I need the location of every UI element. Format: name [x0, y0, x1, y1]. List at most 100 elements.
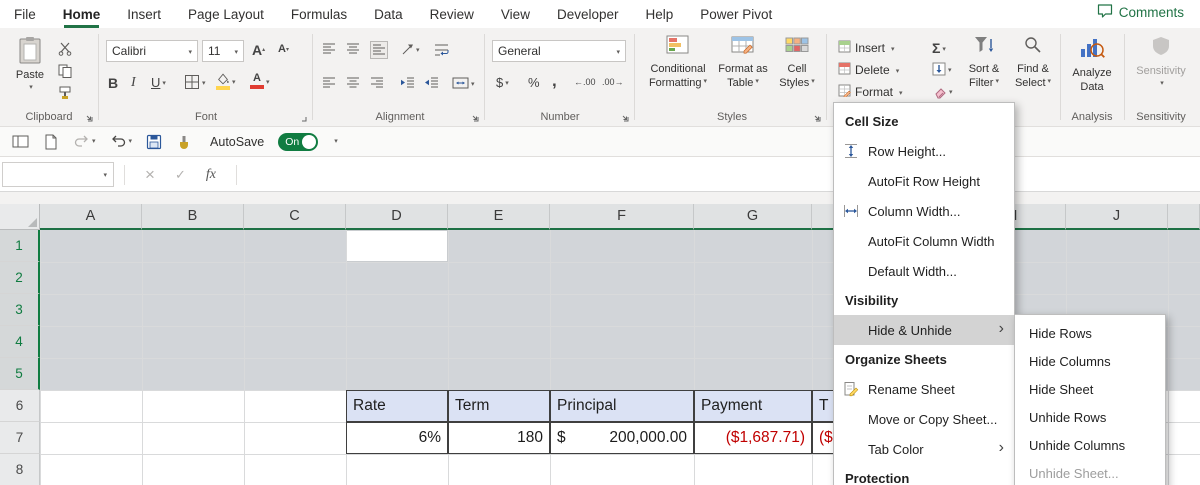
menu-item-rename-sheet[interactable]: Rename Sheet — [834, 374, 1014, 404]
enter-icon[interactable] — [175, 166, 186, 184]
cell-G7[interactable]: ($1,687.71) — [694, 422, 812, 454]
increase-indent-button[interactable] — [424, 76, 439, 90]
menu-item-hide-unhide[interactable]: Hide & Unhide — [834, 315, 1014, 345]
submenu-item-hide-sheet[interactable]: Hide Sheet — [1015, 375, 1165, 403]
bottom-align-button[interactable] — [370, 41, 388, 59]
format-painter-button[interactable] — [58, 86, 72, 100]
submenu-item-unhide-rows[interactable]: Unhide Rows — [1015, 403, 1165, 431]
row-header-4[interactable]: 4 — [0, 326, 40, 358]
copy-button[interactable] — [58, 64, 72, 78]
borders-button[interactable] — [184, 74, 206, 90]
submenu-item-hide-rows[interactable]: Hide Rows — [1015, 319, 1165, 347]
name-box[interactable] — [2, 162, 114, 187]
menu-item-default-width[interactable]: Default Width... — [834, 256, 1014, 286]
tab-page-layout[interactable]: Page Layout — [188, 0, 264, 28]
cell-F6[interactable]: Principal — [550, 390, 694, 422]
menu-item-row-height[interactable]: Row Height... — [834, 136, 1014, 166]
align-center-button[interactable] — [346, 76, 360, 90]
cancel-icon[interactable] — [145, 165, 155, 185]
currency-format-button[interactable]: $ — [496, 76, 509, 89]
decrease-indent-button[interactable] — [400, 76, 415, 90]
format-cells-button[interactable]: Format — [838, 84, 903, 100]
conditional-formatting-button[interactable]: Conditional Formatting — [644, 35, 712, 90]
paste-button[interactable]: Paste — [8, 36, 52, 96]
font-dialog-launcher-icon[interactable] — [298, 110, 310, 122]
tab-formulas[interactable]: Formulas — [291, 0, 347, 28]
increase-decimal-button[interactable]: ←.00 — [574, 78, 596, 87]
column-header-D[interactable]: D — [346, 204, 448, 230]
format-as-table-button[interactable]: Format as Table — [714, 35, 772, 90]
merge-center-button[interactable] — [452, 76, 475, 90]
sort-filter-button[interactable]: Sort & Filter — [958, 35, 1010, 90]
cell-D7[interactable]: 6% — [346, 422, 448, 454]
align-right-button[interactable] — [370, 76, 384, 90]
sensitivity-button[interactable]: Sensitivity — [1130, 35, 1192, 92]
number-format-select[interactable]: General — [492, 40, 626, 62]
cut-button[interactable] — [58, 42, 72, 56]
insert-cells-button[interactable]: Insert — [838, 40, 895, 56]
underline-button[interactable]: U — [151, 76, 166, 89]
column-header-J[interactable]: J — [1066, 204, 1168, 230]
save-icon[interactable] — [146, 134, 162, 150]
pane-icon[interactable] — [12, 134, 29, 149]
increase-font-size-button[interactable]: A — [252, 43, 265, 57]
undo-icon[interactable] — [110, 133, 133, 151]
row-header-2[interactable]: 2 — [0, 262, 40, 294]
clipboard-dialog-launcher-icon[interactable] — [84, 110, 96, 122]
clear-button[interactable] — [932, 84, 953, 99]
fill-button[interactable] — [932, 62, 952, 76]
comments-button[interactable]: Comments — [1097, 3, 1184, 21]
menu-item-move-copy-sheet[interactable]: Move or Copy Sheet... — [834, 404, 1014, 434]
alignment-dialog-launcher-icon[interactable] — [470, 110, 482, 122]
wrap-text-button[interactable] — [434, 42, 450, 58]
menu-item-autofit-row-height[interactable]: AutoFit Row Height — [834, 166, 1014, 196]
redo-icon[interactable] — [73, 133, 96, 151]
comma-format-button[interactable]: , — [552, 72, 557, 89]
fill-color-button[interactable] — [216, 73, 236, 90]
autosum-button[interactable]: Σ — [932, 41, 946, 55]
number-dialog-launcher-icon[interactable] — [620, 110, 632, 122]
font-name-select[interactable]: Calibri — [106, 40, 198, 62]
autosave-toggle[interactable]: On — [278, 132, 319, 151]
tab-power-pivot[interactable]: Power Pivot — [700, 0, 772, 28]
percent-format-button[interactable]: % — [528, 76, 540, 89]
align-left-button[interactable] — [322, 76, 336, 90]
submenu-item-hide-columns[interactable]: Hide Columns — [1015, 347, 1165, 375]
column-header-blank[interactable] — [1168, 204, 1200, 230]
row-header-7[interactable]: 7 — [0, 422, 40, 454]
tab-view[interactable]: View — [501, 0, 530, 28]
tab-insert[interactable]: Insert — [127, 0, 161, 28]
tab-help[interactable]: Help — [646, 0, 674, 28]
column-header-A[interactable]: A — [40, 204, 142, 230]
middle-align-button[interactable] — [346, 42, 360, 56]
find-select-button[interactable]: Find & Select — [1010, 35, 1056, 90]
column-header-C[interactable]: C — [244, 204, 346, 230]
column-header-F[interactable]: F — [550, 204, 694, 230]
font-size-select[interactable]: 11 — [202, 40, 244, 62]
column-header-B[interactable]: B — [142, 204, 244, 230]
qat-overflow-chevron-icon[interactable] — [332, 133, 338, 151]
cell-G6[interactable]: Payment — [694, 390, 812, 422]
font-color-button[interactable]: A — [250, 73, 270, 89]
cell-D6[interactable]: Rate — [346, 390, 448, 422]
delete-cells-button[interactable]: Delete — [838, 62, 899, 78]
orientation-button[interactable] — [400, 42, 420, 56]
cell-F7[interactable]: $200,000.00 — [550, 422, 694, 454]
tab-review[interactable]: Review — [430, 0, 474, 28]
active-cell[interactable] — [346, 230, 448, 262]
menu-item-column-width[interactable]: Column Width... — [834, 196, 1014, 226]
row-header-6[interactable]: 6 — [0, 390, 40, 422]
tab-data[interactable]: Data — [374, 0, 403, 28]
menu-item-autofit-column-width[interactable]: AutoFit Column Width — [834, 226, 1014, 256]
new-file-icon[interactable] — [43, 134, 59, 150]
row-header-8[interactable]: 8 — [0, 454, 40, 485]
analyze-data-button[interactable]: Analyze Data — [1064, 35, 1120, 94]
row-header-5[interactable]: 5 — [0, 358, 40, 390]
top-align-button[interactable] — [322, 42, 336, 56]
styles-dialog-launcher-icon[interactable] — [812, 110, 824, 122]
fx-icon[interactable]: fx — [206, 167, 216, 183]
row-header-3[interactable]: 3 — [0, 294, 40, 326]
decrease-font-size-button[interactable]: A — [278, 44, 289, 55]
row-header-1[interactable]: 1 — [0, 230, 40, 262]
tab-developer[interactable]: Developer — [557, 0, 619, 28]
